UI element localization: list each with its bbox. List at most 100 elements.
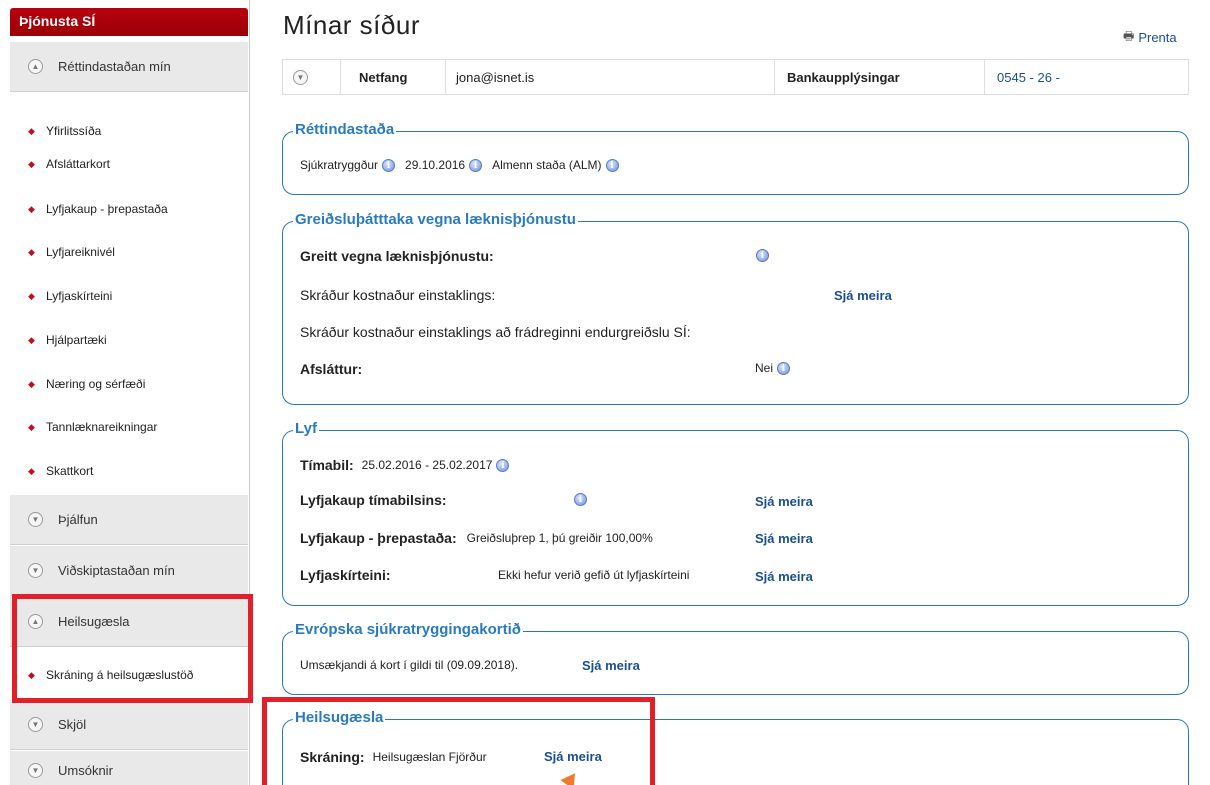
info-icon[interactable]: i bbox=[777, 361, 791, 375]
lyf-section: Lyf Tímabil: 25.02.2016 - 25.02.2017 i L… bbox=[282, 420, 1189, 606]
chevron-down-icon: ▼ bbox=[28, 512, 43, 527]
registered-cost-deducted-row: Skráður kostnaður einstaklings að frádre… bbox=[300, 324, 691, 340]
bullet-icon: ◆ bbox=[28, 203, 35, 214]
bank-value: 0545 - 26 - bbox=[997, 69, 1060, 85]
bullet-icon: ◆ bbox=[28, 334, 35, 345]
info-icon[interactable]: i bbox=[382, 158, 396, 172]
registered-cost-row: Skráður kostnaður einstaklings: bbox=[300, 287, 495, 303]
bullet-icon: ◆ bbox=[28, 290, 35, 301]
sidebar-item-yfirlitssida[interactable]: ◆ Yfirlitssíða bbox=[28, 124, 101, 138]
section-title: Evrópska sjúkratryggingakortið bbox=[293, 621, 523, 638]
see-more-link[interactable]: Sjá meira bbox=[582, 658, 640, 673]
insured-date: 29.10.2016 bbox=[405, 158, 466, 172]
ehic-text: Umsækjandi á kort í gildi til (09.09.201… bbox=[300, 658, 519, 672]
see-more-link[interactable]: Sjá meira bbox=[755, 494, 813, 509]
sidebar-item-lyfjareiknivel[interactable]: ◆ Lyfjareiknivél bbox=[28, 245, 115, 259]
sidebar-item-hjalpartaeki[interactable]: ◆ Hjálpartæki bbox=[28, 333, 107, 347]
period-row: Tímabil: 25.02.2016 - 25.02.2017 i bbox=[300, 457, 510, 473]
bank-label: Bankaupplýsingar bbox=[775, 60, 985, 94]
highlight-box-main bbox=[262, 697, 655, 785]
sidebar-item-afslattarkort[interactable]: ◆ Afsláttarkort bbox=[28, 157, 110, 171]
discount-value-row: Nei i bbox=[755, 361, 791, 375]
chevron-down-icon: ▼ bbox=[28, 763, 43, 778]
section-title: Lyf bbox=[293, 420, 319, 437]
bullet-icon: ◆ bbox=[28, 465, 35, 476]
section-title: Réttindastaða bbox=[293, 121, 397, 138]
discount-value: Nei bbox=[755, 361, 774, 375]
accordion-skjol[interactable]: ▼ Skjöl bbox=[10, 700, 248, 750]
bullet-icon: ◆ bbox=[28, 125, 35, 136]
period-value: 25.02.2016 - 25.02.2017 bbox=[361, 458, 493, 472]
rettindastada-section: Réttindastaða Sjúkratryggður i 29.10.201… bbox=[282, 121, 1189, 195]
email-label: Netfang bbox=[341, 60, 446, 94]
print-label: Prenta bbox=[1138, 30, 1177, 45]
info-icon[interactable]: i bbox=[469, 158, 483, 172]
insured-label: Sjúkratryggður bbox=[300, 158, 379, 172]
accordion-thjalfun[interactable]: ▼ Þjálfun bbox=[10, 495, 248, 545]
cert-row: Lyfjaskírteini: bbox=[300, 567, 391, 583]
purchases-label: Lyfjakaup tímabilsins: bbox=[300, 492, 447, 508]
see-more-link[interactable]: Sjá meira bbox=[755, 531, 813, 546]
paid-label: Greitt vegna læknisþjónustu: bbox=[300, 248, 494, 264]
step-row: Lyfjakaup - þrepastaða: Greiðsluþrep 1, … bbox=[300, 530, 653, 546]
purchases-row: Lyfjakaup tímabilsins: bbox=[300, 492, 447, 508]
accordion-rettindastada[interactable]: ▲ Réttindastaðan mín bbox=[10, 42, 248, 92]
chevron-up-icon: ▲ bbox=[28, 59, 43, 74]
sidebar-item-label: Skattkort bbox=[46, 464, 94, 478]
info-toggle[interactable]: ▼ bbox=[283, 60, 341, 94]
bullet-icon: ◆ bbox=[28, 158, 35, 169]
sidebar-item-label: Næring og sérfæði bbox=[46, 377, 146, 391]
sidebar-item-lyfjaskirteini[interactable]: ◆ Lyfjaskírteini bbox=[28, 289, 112, 303]
info-icon[interactable]: i bbox=[496, 458, 510, 472]
info-icon[interactable]: i bbox=[605, 158, 619, 172]
info-icon[interactable]: i bbox=[756, 249, 769, 262]
bullet-icon: ◆ bbox=[28, 246, 35, 257]
greidsluthatttaka-section: Greiðsluþátttaka vegna læknisþjónustu Gr… bbox=[282, 211, 1189, 405]
print-link[interactable]: 🖶 Prenta bbox=[1123, 27, 1177, 48]
chevron-down-icon: ▼ bbox=[293, 69, 308, 85]
sidebar-item-skattkort[interactable]: ◆ Skattkort bbox=[28, 464, 93, 478]
sidebar-item-label: Hjálpartæki bbox=[46, 333, 107, 347]
registered-cost-deducted-label: Skráður kostnaður einstaklings að frádre… bbox=[300, 324, 691, 340]
sidebar-title: Þjónusta SÍ bbox=[10, 8, 248, 36]
discount-row: Afsláttur: bbox=[300, 361, 362, 377]
cert-label: Lyfjaskírteini: bbox=[300, 567, 391, 583]
printer-icon: 🖶 bbox=[1123, 29, 1135, 43]
see-more-link[interactable]: Sjá meira bbox=[834, 288, 892, 303]
sidebar-item-tannlaeknareikningar[interactable]: ◆ Tannlæknareikningar bbox=[28, 420, 157, 434]
bullet-icon: ◆ bbox=[28, 421, 35, 432]
page-title: Mínar síður bbox=[283, 10, 420, 40]
sidebar-item-naering[interactable]: ◆ Næring og sérfæði bbox=[28, 377, 145, 391]
chevron-down-icon: ▼ bbox=[28, 717, 43, 732]
accordion-label: Réttindastaðan mín bbox=[58, 59, 171, 74]
accordion-label: Umsóknir bbox=[58, 763, 113, 778]
step-value: Greiðsluþrep 1, þú greiðir 100,00% bbox=[466, 531, 653, 545]
user-info-bar: ▼ Netfang jona@isnet.is Bankaupplýsingar… bbox=[282, 59, 1189, 95]
ehic-row: Umsækjandi á kort í gildi til (09.09.201… bbox=[300, 658, 518, 672]
chevron-down-icon: ▼ bbox=[28, 563, 43, 578]
cert-value-row: Ekki hefur verið gefið út lyfjaskírteini bbox=[498, 568, 689, 582]
registered-cost-label: Skráður kostnaður einstaklings: bbox=[300, 287, 496, 303]
email-value: jona@isnet.is bbox=[446, 60, 775, 94]
accordion-vidskiptastada[interactable]: ▼ Viðskiptastaðan mín bbox=[10, 546, 248, 596]
period-label: Tímabil: bbox=[300, 457, 354, 473]
cert-value: Ekki hefur verið gefið út lyfjaskírteini bbox=[498, 568, 690, 582]
discount-label: Afsláttur: bbox=[300, 361, 363, 377]
accordion-umsoknir[interactable]: ▼ Umsóknir bbox=[10, 751, 248, 785]
accordion-label: Þjálfun bbox=[58, 512, 98, 527]
info-icon[interactable]: i bbox=[574, 493, 587, 506]
insurance-status: Almenn staða (ALM) bbox=[492, 158, 602, 172]
accordion-label: Viðskiptastaðan mín bbox=[58, 563, 175, 578]
insurance-status-row: Sjúkratryggður i 29.10.2016 i Almenn sta… bbox=[300, 158, 619, 172]
bullet-icon: ◆ bbox=[28, 378, 35, 389]
sidebar-item-lyfjakaup[interactable]: ◆ Lyfjakaup - þrepastaða bbox=[28, 202, 168, 216]
sidebar-item-label: Tannlæknareikningar bbox=[46, 420, 158, 434]
sidebar-item-label: Afsláttarkort bbox=[46, 157, 111, 171]
see-more-link[interactable]: Sjá meira bbox=[755, 569, 813, 584]
highlight-box-sidebar bbox=[12, 594, 253, 703]
sidebar-item-label: Lyfjaskírteini bbox=[46, 289, 113, 303]
sidebar-item-label: Lyfjakaup - þrepastaða bbox=[46, 202, 168, 216]
section-title: Greiðsluþátttaka vegna læknisþjónustu bbox=[293, 211, 578, 228]
sidebar-item-label: Lyfjareiknivél bbox=[46, 245, 115, 259]
sidebar-item-label: Yfirlitssíða bbox=[46, 124, 102, 138]
